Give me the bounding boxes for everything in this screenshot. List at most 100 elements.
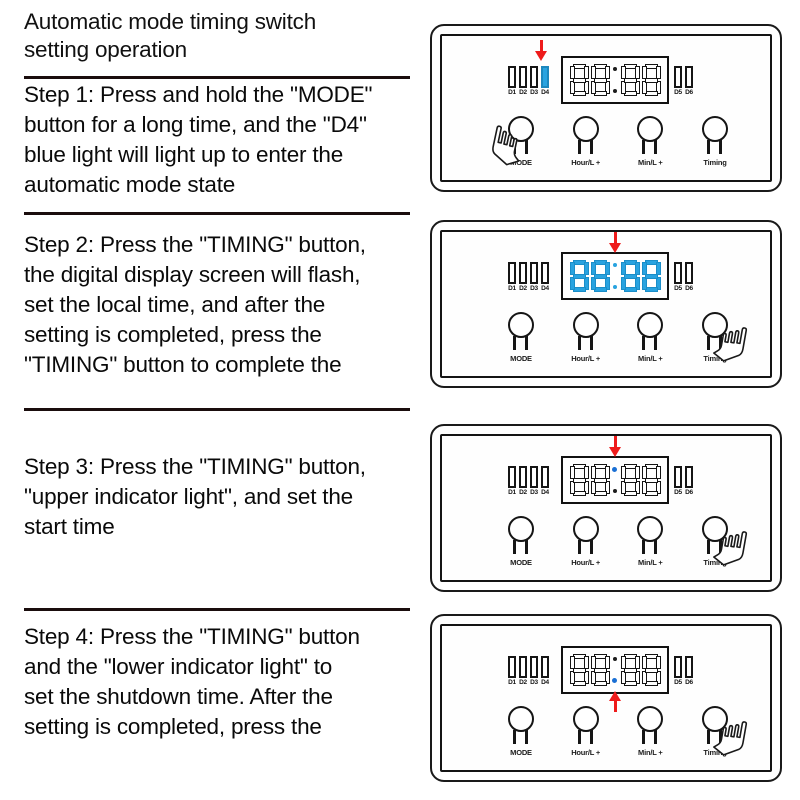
segment-g (644, 77, 658, 83)
button-timing[interactable]: Timing (692, 706, 738, 757)
led-label-d3: D3 (530, 89, 538, 96)
led-label-d5: D5 (674, 489, 682, 496)
button-leg-left (513, 730, 516, 744)
button-timing[interactable]: Timing (692, 312, 738, 363)
page-title-line-1: Automatic mode timing switch (24, 9, 317, 34)
button-leg-left (706, 540, 710, 554)
led-label-d2: D2 (519, 285, 527, 292)
button-cap-min-l[interactable] (637, 116, 664, 142)
button-min-l[interactable]: Min/L + (627, 516, 673, 567)
button-hour-l[interactable]: Hour/L + (563, 116, 609, 167)
button-leg-right (718, 540, 722, 554)
step-2-line-4: setting is completed, press the (24, 322, 322, 347)
button-cap-timing[interactable] (701, 516, 728, 542)
segment-e (641, 277, 647, 290)
arrow-down-icon (609, 436, 621, 458)
led-bar-d3 (530, 262, 538, 284)
divider-rule-4 (24, 608, 410, 611)
display-digits (569, 260, 661, 292)
segment-g (644, 667, 658, 673)
divider-rule-3 (24, 408, 410, 411)
button-label-hour-l: Hour/L + (571, 748, 601, 757)
button-hour-l[interactable]: Hour/L + (563, 312, 609, 363)
segment-g (572, 667, 586, 673)
button-cap-timing[interactable] (701, 116, 728, 142)
seven-segment-digit (620, 654, 640, 686)
button-label-min-l: Min/L + (638, 158, 663, 167)
divider-rule-1 (24, 76, 410, 79)
button-cap-timing[interactable] (701, 706, 728, 732)
button-cap-mode[interactable] (508, 706, 534, 732)
segment-g (572, 77, 586, 83)
button-cap-hour-l[interactable] (572, 312, 599, 338)
button-leg-left (513, 140, 516, 154)
button-cap-hour-l[interactable] (572, 706, 599, 732)
button-label-min-l: Min/L + (638, 558, 663, 567)
button-cap-hour-l[interactable] (572, 116, 599, 142)
seven-segment-digit (569, 654, 589, 686)
seven-segment-display (561, 56, 669, 104)
button-cap-mode[interactable] (508, 312, 534, 338)
control-panel-step-4: D1 D2 D3 D4 D5 D6 MODE Hour/L + Min/L + … (430, 614, 782, 782)
button-cap-mode[interactable] (508, 516, 534, 542)
segment-e (569, 671, 575, 684)
led-indicator-d6: D6 (685, 66, 693, 97)
button-leg-right (718, 140, 722, 154)
button-mode[interactable]: MODE (498, 116, 544, 167)
button-timing[interactable]: Timing (692, 516, 738, 567)
button-hour-l[interactable]: Hour/L + (563, 516, 609, 567)
button-hour-l[interactable]: Hour/L + (563, 706, 609, 757)
button-cap-timing[interactable] (701, 312, 728, 338)
seven-segment-digit (641, 64, 661, 96)
upper-indicator-dot (612, 67, 617, 71)
button-leg-left (706, 730, 710, 744)
seven-segment-digit (569, 464, 589, 496)
led-indicator-d6: D6 (685, 466, 693, 497)
segment-g (644, 273, 658, 279)
button-cap-min-l[interactable] (637, 312, 664, 338)
led-indicator-d3: D3 (530, 466, 538, 497)
seven-segment-display (561, 252, 669, 300)
button-leg-right (589, 730, 593, 744)
button-cap-hour-l[interactable] (572, 516, 599, 542)
seven-segment-digit (569, 260, 589, 292)
led-bar-d5 (674, 466, 682, 488)
step-2-line-2: the digital display screen will flash, (24, 262, 361, 287)
button-leg-right (718, 730, 722, 744)
button-cap-min-l[interactable] (637, 706, 664, 732)
led-indicator-d2: D2 (519, 656, 527, 687)
button-leg-right (589, 140, 593, 154)
led-bar-d5 (674, 262, 682, 284)
led-bar-d3 (530, 66, 538, 88)
arrow-head (609, 447, 621, 457)
segment-e (620, 481, 626, 494)
segment-g (572, 273, 586, 279)
led-indicator-d5: D5 (674, 66, 682, 97)
segment-e (590, 277, 596, 290)
button-leg-left (642, 336, 646, 350)
button-timing[interactable]: Timing (692, 116, 738, 167)
button-leg-left (706, 140, 710, 154)
upper-indicator-dot (612, 467, 617, 472)
button-label-mode: MODE (510, 354, 532, 363)
seven-segment-digit (641, 654, 661, 686)
button-label-hour-l: Hour/L + (571, 558, 601, 567)
button-cap-min-l[interactable] (637, 516, 664, 542)
button-mode[interactable]: MODE (498, 706, 544, 757)
led-indicator-group-left: D1 D2 D3 D4 (508, 656, 549, 687)
button-min-l[interactable]: Min/L + (627, 116, 673, 167)
button-mode[interactable]: MODE (498, 516, 544, 567)
step-3-line-3: start time (24, 514, 115, 539)
led-indicator-group-right: D5 D6 (674, 262, 693, 293)
arrow-head (609, 691, 621, 701)
step-1-text: Step 1: Press and hold the "MODE" button… (24, 80, 408, 200)
button-mode[interactable]: MODE (498, 312, 544, 363)
page-title-line-2: setting operation (24, 37, 187, 62)
button-leg-left (577, 730, 581, 744)
led-indicator-d1: D1 (508, 656, 516, 687)
button-min-l[interactable]: Min/L + (627, 312, 673, 363)
button-cap-mode[interactable] (508, 116, 534, 142)
step-1-line-2: button for a long time, and the "D4" (24, 112, 367, 137)
button-min-l[interactable]: Min/L + (627, 706, 673, 757)
button-leg-right (718, 336, 722, 350)
